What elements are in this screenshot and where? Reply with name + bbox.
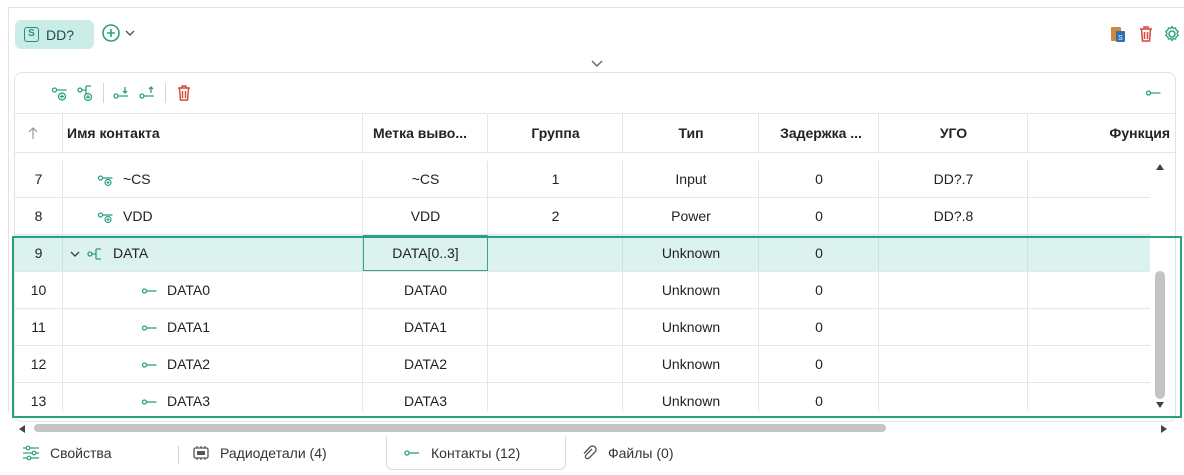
horizontal-scrollbar[interactable] xyxy=(14,422,1174,434)
pin-add-icon xyxy=(97,212,113,224)
pin-view-icon[interactable] xyxy=(1145,84,1163,102)
cell-separator xyxy=(62,198,63,234)
pin-icon xyxy=(404,449,419,456)
column-header-group[interactable]: Группа xyxy=(488,114,623,152)
pin-name: ~CS xyxy=(123,171,151,187)
tab-label: Контакты (12) xyxy=(431,444,521,461)
tab-properties[interactable]: Свойства xyxy=(22,436,111,470)
component-designator: DD? xyxy=(46,26,75,43)
symbol-badge-icon: S xyxy=(24,27,39,42)
row-number: 8 xyxy=(34,208,43,224)
pin-type[interactable]: Power xyxy=(623,198,759,234)
column-header-function[interactable]: Функция xyxy=(1035,114,1170,152)
pin-name-cell[interactable]: VDD xyxy=(67,198,363,234)
pin-delay[interactable]: 0 xyxy=(759,161,879,197)
pin-add-icon xyxy=(97,175,113,187)
row-number: 7 xyxy=(34,171,43,187)
pin-group[interactable]: 2 xyxy=(488,198,623,234)
component-chip[interactable]: S DD? xyxy=(15,20,94,49)
pin-move-down-icon[interactable] xyxy=(113,84,131,102)
tab-label: Свойства xyxy=(50,445,112,461)
column-header-delay[interactable]: Задержка ... xyxy=(765,114,877,152)
scroll-left-arrow-icon[interactable] xyxy=(18,424,26,434)
paperclip-icon xyxy=(583,445,597,460)
tab-label: Файлы (0) xyxy=(608,445,674,461)
bottom-tabs: Свойства Радиодетали (4) Контакты (12) Ф… xyxy=(0,434,1184,475)
toolbar-separator xyxy=(165,83,166,103)
pin-name: VDD xyxy=(123,208,153,224)
column-header-mark[interactable]: Метка выво... xyxy=(373,114,485,152)
pins-toolbar xyxy=(15,73,1175,111)
column-header-ugo[interactable]: УГО xyxy=(879,114,1028,152)
pin-mark[interactable]: VDD xyxy=(363,198,488,234)
pin-type[interactable]: Input xyxy=(623,161,759,197)
pin-add-icon[interactable] xyxy=(51,84,69,102)
chevron-down-icon[interactable] xyxy=(123,26,137,40)
paste-clipboard-icon[interactable]: S xyxy=(1108,24,1128,44)
sort-arrow-up-icon[interactable] xyxy=(27,126,39,140)
chip-icon xyxy=(193,446,209,460)
collapse-chevron-icon[interactable] xyxy=(590,58,604,70)
tab-contacts[interactable]: Контакты (12) xyxy=(386,436,566,470)
table-row[interactable]: 8 VDD VDD 2 Power 0 DD?.8 xyxy=(15,198,1150,235)
cell-separator xyxy=(62,161,63,197)
pin-ugo[interactable]: DD?.8 xyxy=(879,198,1028,234)
column-separator xyxy=(758,114,759,152)
horizontal-scroll-thumb[interactable] xyxy=(34,424,886,432)
tab-components[interactable]: Радиодетали (4) xyxy=(192,436,327,470)
column-separator xyxy=(362,114,363,152)
column-header-name[interactable]: Имя контакта xyxy=(67,114,357,152)
delete-icon[interactable] xyxy=(175,84,193,102)
pin-group[interactable]: 1 xyxy=(488,161,623,197)
trash-icon[interactable] xyxy=(1136,24,1156,44)
pin-ugo[interactable]: DD?.7 xyxy=(879,161,1028,197)
tab-separator xyxy=(178,446,179,464)
table-header: Имя контакта Метка выво... Группа Тип За… xyxy=(15,113,1175,153)
pin-mark[interactable]: ~CS xyxy=(363,161,488,197)
toolbar-separator xyxy=(103,83,104,103)
component-header: S DD? S xyxy=(0,0,1184,56)
scroll-right-arrow-icon[interactable] xyxy=(1160,424,1168,434)
left-divider xyxy=(8,7,9,412)
pin-group-add-icon[interactable] xyxy=(77,84,95,102)
gear-icon[interactable] xyxy=(1162,24,1182,44)
column-separator xyxy=(62,114,63,152)
table-row[interactable]: 7 ~CS ~CS 1 Input 0 DD?.7 xyxy=(15,161,1150,198)
properties-icon xyxy=(23,445,39,461)
tab-label: Радиодетали (4) xyxy=(220,445,327,461)
highlight-frame xyxy=(12,236,1182,418)
column-separator xyxy=(1027,114,1028,152)
pin-delay[interactable]: 0 xyxy=(759,198,879,234)
add-circle-icon[interactable] xyxy=(101,23,121,43)
column-header-type[interactable]: Тип xyxy=(623,114,759,152)
pin-move-up-icon[interactable] xyxy=(139,84,157,102)
pin-name-cell[interactable]: ~CS xyxy=(67,161,363,197)
svg-text:S: S xyxy=(1118,35,1123,42)
tab-files[interactable]: Файлы (0) xyxy=(580,436,673,470)
scroll-up-arrow-icon[interactable] xyxy=(1155,163,1165,171)
